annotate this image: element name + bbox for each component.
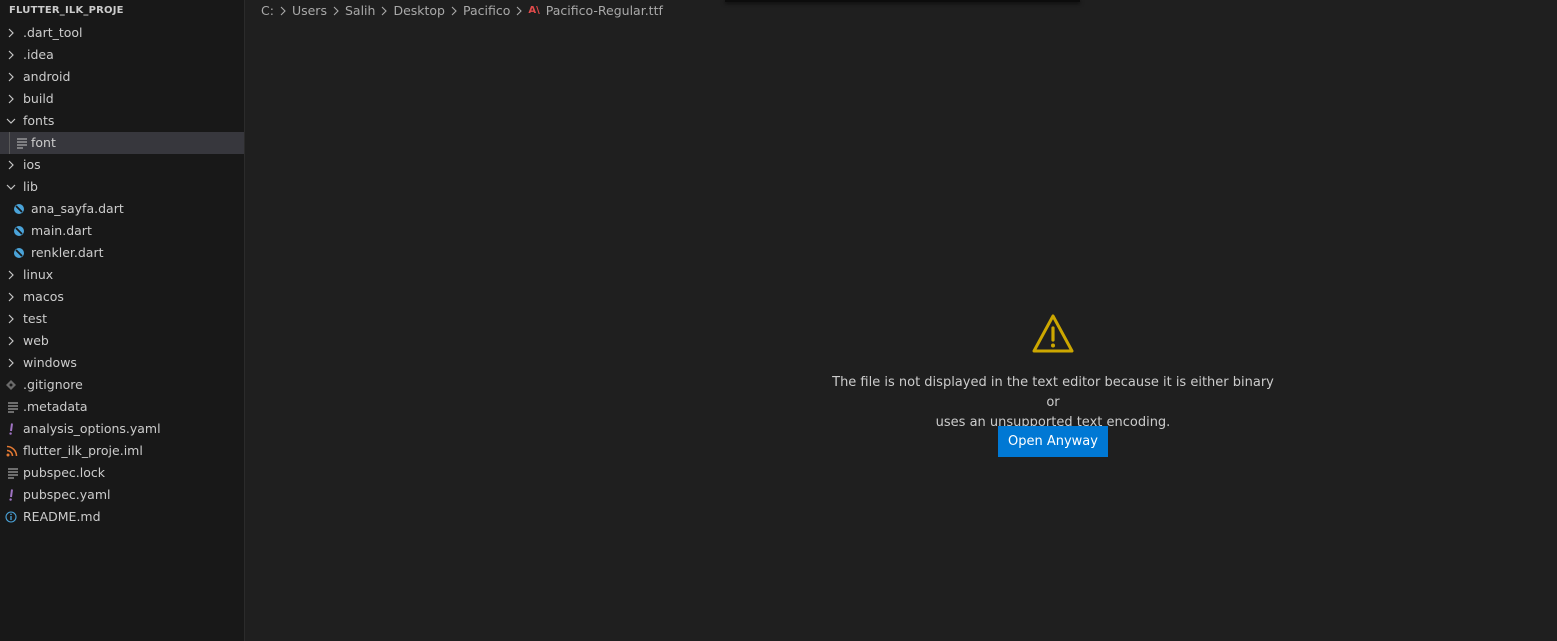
tree-item-label: .gitignore <box>23 377 83 392</box>
chevron-right-icon <box>280 6 286 16</box>
breadcrumb-salih[interactable]: Salih <box>345 0 375 22</box>
tree-item-ana-sayfa-dart[interactable]: ana_sayfa.dart <box>0 198 244 220</box>
tree-item-main-dart[interactable]: main.dart <box>0 220 244 242</box>
tree-item-label: .metadata <box>23 399 88 414</box>
tree-item-pubspec-lock[interactable]: pubspec.lock <box>0 462 244 484</box>
tree-item-font[interactable]: font <box>0 132 244 154</box>
tree-item-label: README.md <box>23 509 101 524</box>
breadcrumb-drive[interactable]: C: <box>261 0 274 22</box>
tree-item-flutter-ilk-proje-iml[interactable]: flutter_ilk_proje.iml <box>0 440 244 462</box>
chevron-right-icon <box>8 28 14 38</box>
lines-file-icon <box>8 468 18 479</box>
tree-item-readme-md[interactable]: README.md <box>0 506 244 528</box>
tree-item-label: fonts <box>23 113 55 128</box>
tree-item-ios[interactable]: ios <box>0 154 244 176</box>
tree-item-label: linux <box>23 267 54 282</box>
chevron-right-icon <box>8 358 14 368</box>
tree-item-label: windows <box>23 355 77 370</box>
tree-item-label: renkler.dart <box>31 245 104 260</box>
tree-item-lib[interactable]: lib <box>0 176 244 198</box>
tree-item-label: .idea <box>23 47 54 62</box>
tree-item-label: macos <box>23 289 64 304</box>
git-diamond-icon <box>6 380 16 390</box>
tree-item-android[interactable]: android <box>0 66 244 88</box>
tree-item-analysis-options-yaml[interactable]: analysis_options.yaml <box>0 418 244 440</box>
chevron-right-icon <box>8 292 14 302</box>
tree-item-build[interactable]: build <box>0 88 244 110</box>
tree-item-macos[interactable]: macos <box>0 286 244 308</box>
breadcrumb-desktop[interactable]: Desktop <box>393 0 445 22</box>
tree-item-linux[interactable]: linux <box>0 264 244 286</box>
chevron-down-icon <box>6 118 16 124</box>
open-anyway-button[interactable]: Open Anyway <box>998 426 1108 457</box>
dart-file-icon <box>14 204 24 214</box>
dart-file-icon <box>14 226 24 236</box>
tree-item-label: pubspec.lock <box>23 465 106 480</box>
tree-item-renkler-dart[interactable]: renkler.dart <box>0 242 244 264</box>
tree-item-label: web <box>23 333 49 348</box>
rss-file-icon <box>6 445 18 457</box>
lines-file-icon <box>8 402 18 413</box>
tree-item-label: android <box>23 69 71 84</box>
binary-file-message-line1: The file is not displayed in the text ed… <box>832 375 1274 410</box>
info-icon <box>5 511 17 523</box>
widget-shadow <box>725 0 1080 2</box>
chevron-right-icon <box>333 6 339 16</box>
tree-item-gitignore[interactable]: .gitignore <box>0 374 244 396</box>
chevron-right-icon <box>8 336 14 346</box>
yaml-exclamation-icon <box>9 489 13 501</box>
tree-item-pubspec-yaml[interactable]: pubspec.yaml <box>0 484 244 506</box>
tree-item-test[interactable]: test <box>0 308 244 330</box>
breadcrumb: C: Users Salih Desktop Pacifico A\ Pacif… <box>261 0 663 22</box>
tree-item-label: test <box>23 311 48 326</box>
chevron-down-icon <box>6 184 16 190</box>
breadcrumb-users[interactable]: Users <box>292 0 327 22</box>
tree-item-metadata[interactable]: .metadata <box>0 396 244 418</box>
tree-item-label: ana_sayfa.dart <box>31 201 124 216</box>
breadcrumb-pacifico[interactable]: Pacifico <box>463 0 510 22</box>
chevron-right-icon <box>382 6 388 16</box>
tree-item-label: build <box>23 91 54 106</box>
tree-item-label: flutter_ilk_proje.iml <box>23 443 143 458</box>
chevron-right-icon <box>517 6 523 16</box>
tree-item-label: lib <box>23 179 38 194</box>
lines-file-icon <box>17 138 27 149</box>
chevron-right-icon <box>8 160 14 170</box>
tree-item-label: ios <box>23 157 41 172</box>
dart-file-icon <box>14 248 24 258</box>
breadcrumb-file[interactable]: Pacifico-Regular.ttf <box>546 0 663 22</box>
explorer-sidebar: FLUTTER_ILK_PROJE .dart_tool .idea andro… <box>0 0 245 641</box>
chevron-right-icon <box>8 270 14 280</box>
font-file-icon: A\ <box>528 5 540 16</box>
tree-item-windows[interactable]: windows <box>0 352 244 374</box>
tree-item-idea[interactable]: .idea <box>0 44 244 66</box>
tree-item-label: analysis_options.yaml <box>23 421 161 436</box>
tree-item-label: .dart_tool <box>23 25 83 40</box>
chevron-right-icon <box>8 94 14 104</box>
tree-item-label: pubspec.yaml <box>23 487 111 502</box>
binary-file-message: The file is not displayed in the text ed… <box>827 373 1279 433</box>
chevron-right-icon <box>8 72 14 82</box>
indent-guide <box>9 132 10 154</box>
warning-icon <box>1032 314 1074 353</box>
chevron-right-icon <box>451 6 457 16</box>
tree-item-label: main.dart <box>31 223 92 238</box>
tree-item-fonts[interactable]: fonts <box>0 110 244 132</box>
tree-item-dart-tool[interactable]: .dart_tool <box>0 22 244 44</box>
editor-area: C: Users Salih Desktop Pacifico A\ Pacif… <box>245 0 1557 641</box>
tree-item-label: font <box>31 135 56 150</box>
yaml-exclamation-icon <box>9 423 13 435</box>
tree-item-web[interactable]: web <box>0 330 244 352</box>
chevron-right-icon <box>8 314 14 324</box>
chevron-right-icon <box>8 50 14 60</box>
explorer-project-title[interactable]: FLUTTER_ILK_PROJE <box>0 0 244 22</box>
